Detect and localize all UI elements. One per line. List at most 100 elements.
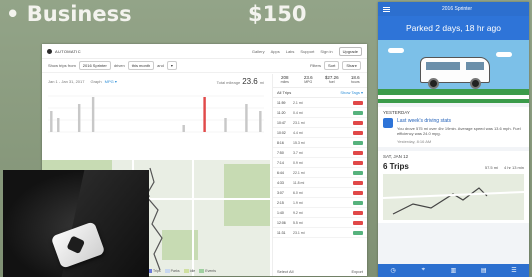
stats-card[interactable]: Last week's driving stats You drove 575 … (383, 118, 524, 144)
trips-footer: Select All Export (277, 269, 363, 274)
total-mileage: Total mileage 23.6 mi (217, 77, 264, 86)
tab-stats-icon[interactable]: ▥ (438, 264, 468, 277)
trip-row[interactable]: 7:14 0.9 mi (273, 158, 367, 168)
date-range: Jan 1 - Jan 31, 2017 (48, 79, 85, 84)
filter-bar: Show trips from 2016 Sprinter driven thi… (42, 59, 367, 73)
total-label: Total mileage (216, 80, 241, 85)
chart-bar[interactable] (182, 125, 185, 132)
tab-apps-icon[interactable]: ▤ (469, 264, 499, 277)
chart-bar[interactable] (259, 111, 262, 132)
sign-in-link[interactable]: Sign in (320, 49, 332, 54)
chart-header: Jan 1 - Jan 31, 2017 Graph MPG ▾ Total m… (42, 74, 270, 86)
trip-time: 7:50 (277, 150, 284, 155)
chart-bar[interactable] (57, 118, 60, 132)
sort-button[interactable]: Sort (323, 61, 340, 70)
phone-title: 2016 Sprinter (441, 6, 473, 12)
trip-tag-icon (353, 100, 363, 105)
adapter-logo-icon (66, 235, 86, 255)
trip-dist: 2.1 mi (293, 100, 303, 105)
trip-dist: 15.3 mi (293, 140, 305, 145)
yesterday-label: YESTERDAY (383, 110, 410, 115)
trip-tag-icon (353, 120, 363, 125)
yesterday-section: YESTERDAY Last week's driving stats You … (378, 107, 529, 147)
export-button[interactable]: Export (351, 269, 363, 274)
day-trips-section[interactable]: SAT, JAN 12 6 Trips 57.5 mi 4 hr 13 min (378, 150, 529, 223)
road (378, 95, 529, 99)
filters-label[interactable]: Filters (310, 63, 321, 68)
trip-dist: 23.1 mi (293, 120, 305, 125)
tab-timeline-icon[interactable]: ◷ (378, 264, 408, 277)
chart-bar[interactable] (224, 118, 227, 132)
filter-prefix: Show trips from (48, 63, 76, 68)
legend-swatch-icon (199, 269, 205, 273)
trip-row[interactable]: 11:31 23.1 mi (273, 228, 367, 238)
nav-link-gallery[interactable]: Gallery (252, 49, 265, 54)
trip-tag-icon (353, 180, 363, 185)
trip-row[interactable]: 2:15 1.9 mi (273, 198, 367, 208)
trip-time: 10:02 (277, 130, 286, 135)
slide-price: $150 (248, 2, 307, 26)
menu-icon[interactable] (383, 6, 390, 12)
trip-duration: 4 hr 13 min (503, 164, 524, 170)
more-filter-select[interactable]: ▾ (166, 61, 177, 70)
tab-location-icon[interactable]: ⌖ (408, 264, 438, 277)
trip-dist: 6.0 mi (293, 190, 303, 195)
cloud-icon (388, 48, 404, 53)
obd-device-photo (3, 170, 149, 277)
select-all-button[interactable]: Select All (277, 269, 293, 274)
trip-row[interactable]: 1:40 9.2 mi (273, 208, 367, 218)
trip-dist: 1.9 mi (293, 200, 303, 205)
chart-bar[interactable] (50, 111, 53, 132)
trip-tag-icon (353, 110, 363, 115)
tab-menu-icon[interactable]: ☰ (499, 264, 529, 277)
stats-card-text: You drove 575 mi over 4hr 19min. Average… (397, 125, 521, 137)
chart-bar[interactable] (91, 97, 95, 132)
chart-icon (383, 118, 393, 128)
chart-bar[interactable] (203, 97, 206, 132)
vehicle-select[interactable]: 2016 Sprinter (78, 61, 111, 70)
trip-row[interactable]: 11:20 0.4 mi (273, 108, 367, 118)
trip-row[interactable]: 3:07 6.0 mi (273, 188, 367, 198)
nav-link-support[interactable]: Support (300, 49, 314, 54)
graph-metric-select[interactable]: MPG ▾ (105, 79, 117, 84)
trip-tag-icon (353, 220, 363, 225)
trip-row[interactable]: 6:44 22.1 mi (273, 168, 367, 178)
trip-time: 11:59 (277, 100, 286, 105)
bottom-tab-bar: ◷ ⌖ ▥ ▤ ☰ (378, 264, 529, 277)
nav-link-apps[interactable]: Apps (271, 49, 280, 54)
trip-dist: 23.1 mi (293, 230, 305, 235)
filter-and: and (157, 63, 164, 68)
nav-link-labs[interactable]: Labs (286, 49, 295, 54)
legend-trips: Trips (153, 268, 161, 273)
share-button[interactable]: Share (342, 61, 361, 70)
trip-row[interactable]: 11:59 2.1 mi (273, 98, 367, 108)
trip-row[interactable]: 10:02 4.4 mi (273, 128, 367, 138)
chart-bar[interactable] (77, 104, 81, 132)
cloud-icon (496, 52, 512, 57)
trips-panel: 208 miles 23.6 MPG $27.26 fuel 18.6 hours Al… (272, 74, 367, 276)
trip-row[interactable]: 4:33 11.8 mi (273, 178, 367, 188)
trip-tag-icon (353, 210, 363, 215)
stat-mpg: 23.6 MPG (303, 75, 313, 84)
trip-tag-icon (353, 130, 363, 135)
trip-row[interactable]: 12:06 5.5 mi (273, 218, 367, 228)
vehicle-illustration (378, 40, 529, 103)
trip-tag-icon (353, 190, 363, 195)
trip-count: 6 Trips (383, 161, 409, 171)
filter-mid: driven (113, 63, 125, 68)
trip-row[interactable]: 10:47 23.1 mi (273, 118, 367, 128)
trip-time: 3:07 (277, 190, 284, 195)
parked-status: Parked 2 days, 18 hr ago (378, 16, 529, 40)
stat-fuel: $27.26 fuel (324, 75, 339, 84)
trip-dist: 4.4 mi (293, 130, 303, 135)
trip-row[interactable]: 7:50 3.7 mi (273, 148, 367, 158)
top-nav: AUTOMATIC Gallery Apps Labs Support Sign… (42, 44, 367, 59)
chart-bar[interactable] (245, 104, 248, 132)
trip-time: 1:40 (277, 210, 284, 215)
trip-dist: 22.1 mi (293, 170, 305, 175)
upgrade-button[interactable]: Upgrade (338, 46, 362, 56)
period-select[interactable]: this month (127, 61, 155, 70)
show-tags-link[interactable]: Show Tags ▾ (340, 90, 363, 95)
stats-card-title: Last week's driving stats (397, 118, 452, 124)
trip-row[interactable]: 8:16 15.3 mi (273, 138, 367, 148)
